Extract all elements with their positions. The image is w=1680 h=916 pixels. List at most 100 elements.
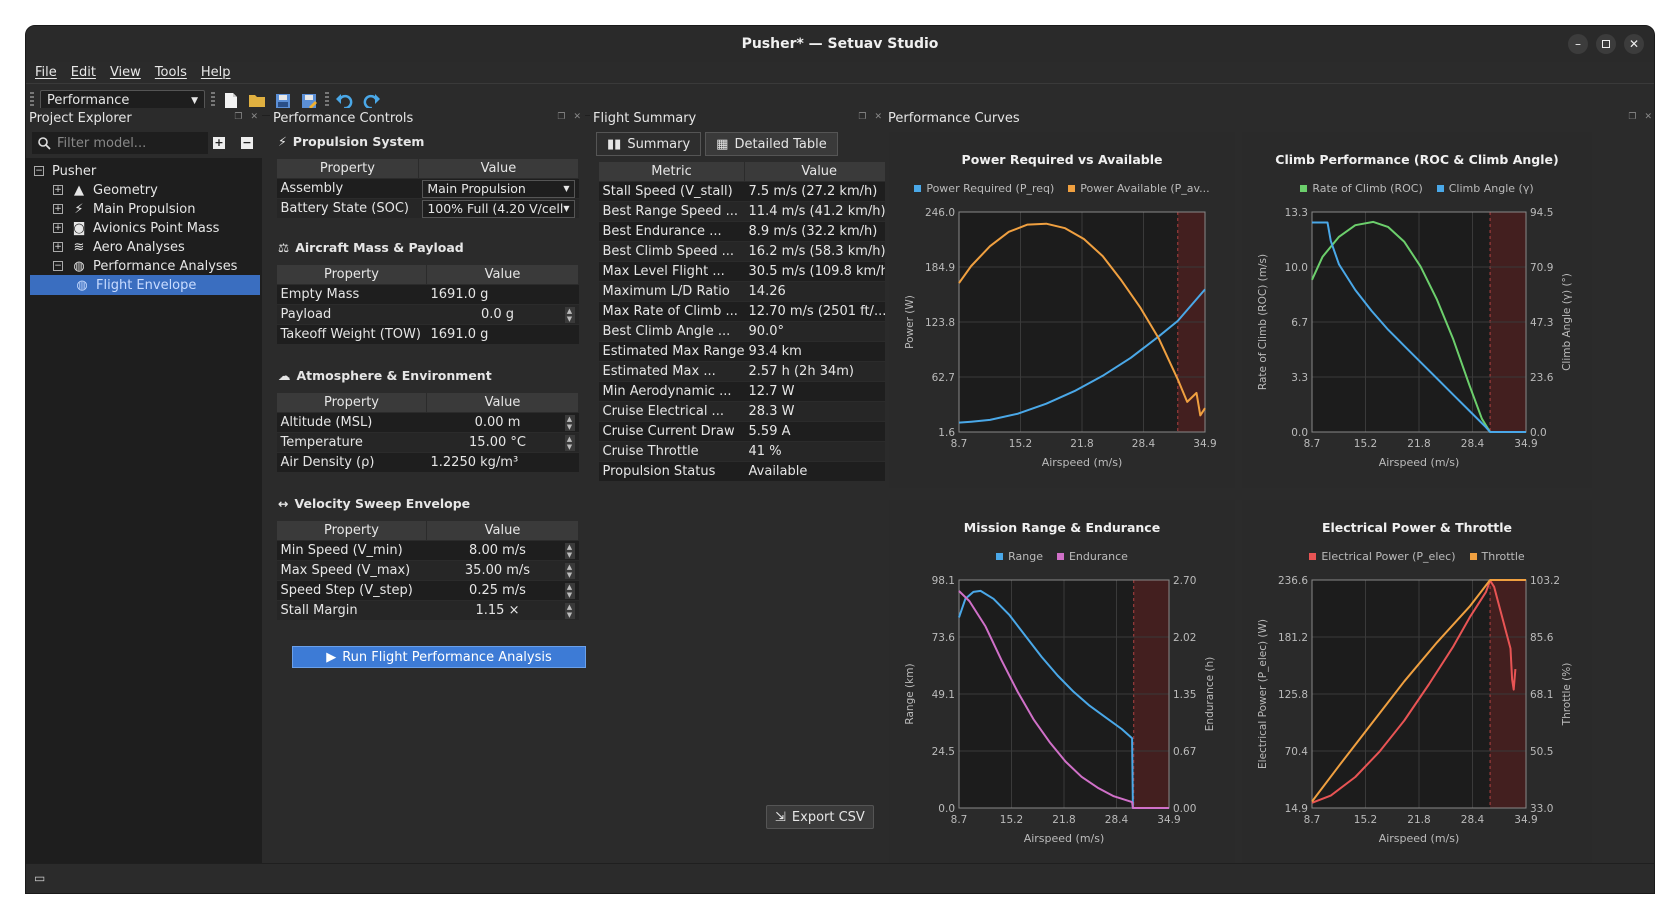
tree-item-avionics[interactable]: + ◙ Avionics Point Mass (53, 218, 219, 238)
metric-label: Stall Speed (V_stall) (598, 181, 745, 202)
tree-item-aero-analyses[interactable]: + ≋ Aero Analyses (53, 237, 185, 257)
x-tick-label: 15.2 (1009, 438, 1032, 450)
battery-state-select[interactable]: 100% Full (4.20 V/cell ▼ (422, 199, 575, 218)
speed-step-spinbox[interactable]: 0.25 m/s ▲ ▼ (431, 582, 575, 600)
metric-label: Best Range Speed ... (598, 201, 745, 222)
menu-tools[interactable]: Tools (155, 65, 187, 80)
section-label: Aircraft Mass & Payload (295, 239, 464, 255)
table-row[interactable]: Best Range Speed ... 11.4 m/s (41.2 km/h) (598, 201, 894, 222)
table-row[interactable]: Best Climb Speed ... 16.2 m/s (58.3 km/h) (598, 241, 894, 262)
menu-file[interactable]: File (35, 65, 57, 80)
stall-margin-spinbox[interactable]: 1.15 × ▲ ▼ (431, 602, 575, 620)
flight-summary-panel: Flight Summary ❐ ✕ ▮▮ Summary ▦ Detailed Ta… (590, 108, 895, 864)
table-row[interactable]: Estimated Max ... 2.57 h (2h 34m) (598, 361, 894, 382)
y-tick-label: 0.0 (1291, 427, 1308, 439)
float-icon[interactable]: ❐ (234, 112, 242, 122)
filter-input[interactable]: Filter model... (32, 132, 208, 154)
table-row[interactable]: Propulsion Status Available (598, 461, 894, 482)
property-label: Min Speed (V_min) (276, 540, 427, 561)
min-speed-spinbox[interactable]: 8.00 m/s ▲ ▼ (431, 542, 575, 560)
tab-detailed-table[interactable]: ▦ Detailed Table (705, 132, 838, 156)
y2-axis-label: Endurance (h) (1204, 657, 1216, 731)
collapse-icon[interactable]: − (53, 261, 63, 271)
table-row[interactable]: Max Rate of Climb ... 12.70 m/s (2501 ft/… (598, 301, 894, 322)
tab-summary[interactable]: ▮▮ Summary (596, 132, 702, 156)
table-row[interactable]: Estimated Max Range 93.4 km (598, 341, 894, 362)
altitude-spinbox[interactable]: 0.00 m ▲ ▼ (431, 414, 575, 432)
tree-label: Aero Analyses (93, 239, 185, 255)
table-row[interactable]: Cruise Throttle 41 % (598, 441, 894, 462)
spin-arrows-icon[interactable]: ▲ ▼ (564, 602, 575, 619)
metric-label: Cruise Throttle (598, 441, 745, 462)
tree-item-root[interactable]: − Pusher (34, 161, 96, 181)
table-row[interactable]: Cruise Current Draw 5.59 A (598, 421, 894, 442)
float-icon[interactable]: ❐ (557, 112, 565, 122)
toolbar-grip[interactable] (30, 91, 34, 110)
project-explorer-title: Project Explorer (29, 111, 132, 126)
float-icon[interactable]: ❐ (858, 112, 866, 122)
export-csv-button[interactable]: ⇲ Export CSV (766, 805, 874, 829)
spin-arrows-icon[interactable]: ▲ ▼ (564, 434, 575, 451)
spin-arrows-icon[interactable]: ▲ ▼ (564, 306, 575, 323)
tree-item-performance-analyses[interactable]: − ◍ Performance Analyses (53, 256, 237, 276)
close-icon[interactable]: ✕ (874, 112, 882, 122)
temperature-spinbox[interactable]: 15.00 °C ▲ ▼ (431, 434, 575, 452)
metric-label: Best Climb Speed ... (598, 241, 745, 262)
toolbar-grip-3[interactable] (325, 91, 329, 110)
table-row[interactable]: Best Endurance ... 8.9 m/s (32.2 km/h) (598, 221, 894, 242)
y-tick-label: 184.9 (925, 262, 955, 274)
table-row[interactable]: Maximum L/D Ratio 14.26 (598, 281, 894, 302)
menu-edit[interactable]: Edit (71, 65, 96, 80)
close-icon[interactable]: ✕ (250, 112, 258, 122)
table-row[interactable]: Cruise Electrical ... 28.3 W (598, 401, 894, 422)
spin-arrows-icon[interactable]: ▲ ▼ (564, 562, 575, 579)
message-icon: ▭ (34, 871, 46, 885)
spin-value: 35.00 m/s (464, 563, 531, 578)
y2-tick-label: 103.2 (1530, 575, 1560, 587)
table-row[interactable]: Min Aerodynamic ... 12.7 W (598, 381, 894, 402)
metric-label: Best Endurance ... (598, 221, 745, 242)
table-row[interactable]: Stall Speed (V_stall) 7.5 m/s (27.2 km/h) (598, 181, 894, 202)
run-analysis-button[interactable]: ▶ Run Flight Performance Analysis (292, 646, 586, 668)
spin-arrows-icon[interactable]: ▲ ▼ (564, 414, 575, 431)
lightning-icon: ⚡ (74, 201, 84, 217)
assembly-select[interactable]: Main Propulsion ▼ (422, 179, 575, 198)
chevron-down-icon: ▼ (563, 204, 570, 213)
wind-icon: ≋ (73, 239, 85, 255)
tree-item-geometry[interactable]: + ▲ Geometry (53, 180, 158, 200)
expand-icon[interactable]: + (53, 242, 63, 252)
tree-item-flight-envelope[interactable]: ◍ Flight Envelope (30, 275, 260, 295)
close-icon[interactable]: ✕ (1644, 112, 1652, 122)
menu-help[interactable]: Help (201, 65, 231, 80)
maximize-button[interactable] (1596, 34, 1616, 54)
menu-view[interactable]: View (110, 65, 141, 80)
spin-value: 0.0 g (480, 307, 515, 322)
propulsion-table: Property Value Assembly Main Propulsion ▼ B… (276, 158, 580, 219)
expand-icon[interactable]: + (53, 223, 63, 233)
payload-spinbox[interactable]: 0.0 g ▲ ▼ (431, 306, 575, 324)
y-tick-label: 3.3 (1291, 372, 1308, 384)
tree-item-main-propulsion[interactable]: + ⚡ Main Propulsion (53, 199, 195, 219)
expand-icon[interactable]: + (53, 185, 63, 195)
value-header: Value (417, 158, 580, 179)
max-speed-spinbox[interactable]: 35.00 m/s ▲ ▼ (431, 562, 575, 580)
expand-icon[interactable]: + (53, 204, 63, 214)
spin-arrows-icon[interactable]: ▲ ▼ (564, 542, 575, 559)
collapse-all-button[interactable]: − (241, 137, 253, 149)
close-icon[interactable]: ✕ (573, 112, 581, 122)
y-tick-label: 73.6 (932, 632, 956, 644)
run-label: Run Flight Performance Analysis (342, 649, 552, 665)
float-icon[interactable]: ❐ (1628, 112, 1636, 122)
dock-buttons: ❐ ✕ (858, 112, 882, 122)
spin-arrows-icon[interactable]: ▲ ▼ (564, 582, 575, 599)
close-button[interactable]: ✕ (1624, 34, 1644, 54)
section-label: Atmosphere & Environment (296, 367, 492, 383)
toolbar-grip-2[interactable] (211, 91, 215, 110)
table-row[interactable]: Best Climb Angle ... 90.0° (598, 321, 894, 342)
minimize-button[interactable]: – (1568, 34, 1588, 54)
collapse-icon[interactable]: − (34, 166, 44, 176)
table-row[interactable]: Max Level Flight ... 30.5 m/s (109.8 km/h… (598, 261, 894, 282)
model-tree: − Pusher + ▲ Geometry + ⚡ Main Propulsion + ◙ A… (26, 158, 262, 864)
property-label: Altitude (MSL) (276, 412, 427, 433)
expand-all-button[interactable]: + (213, 137, 225, 149)
